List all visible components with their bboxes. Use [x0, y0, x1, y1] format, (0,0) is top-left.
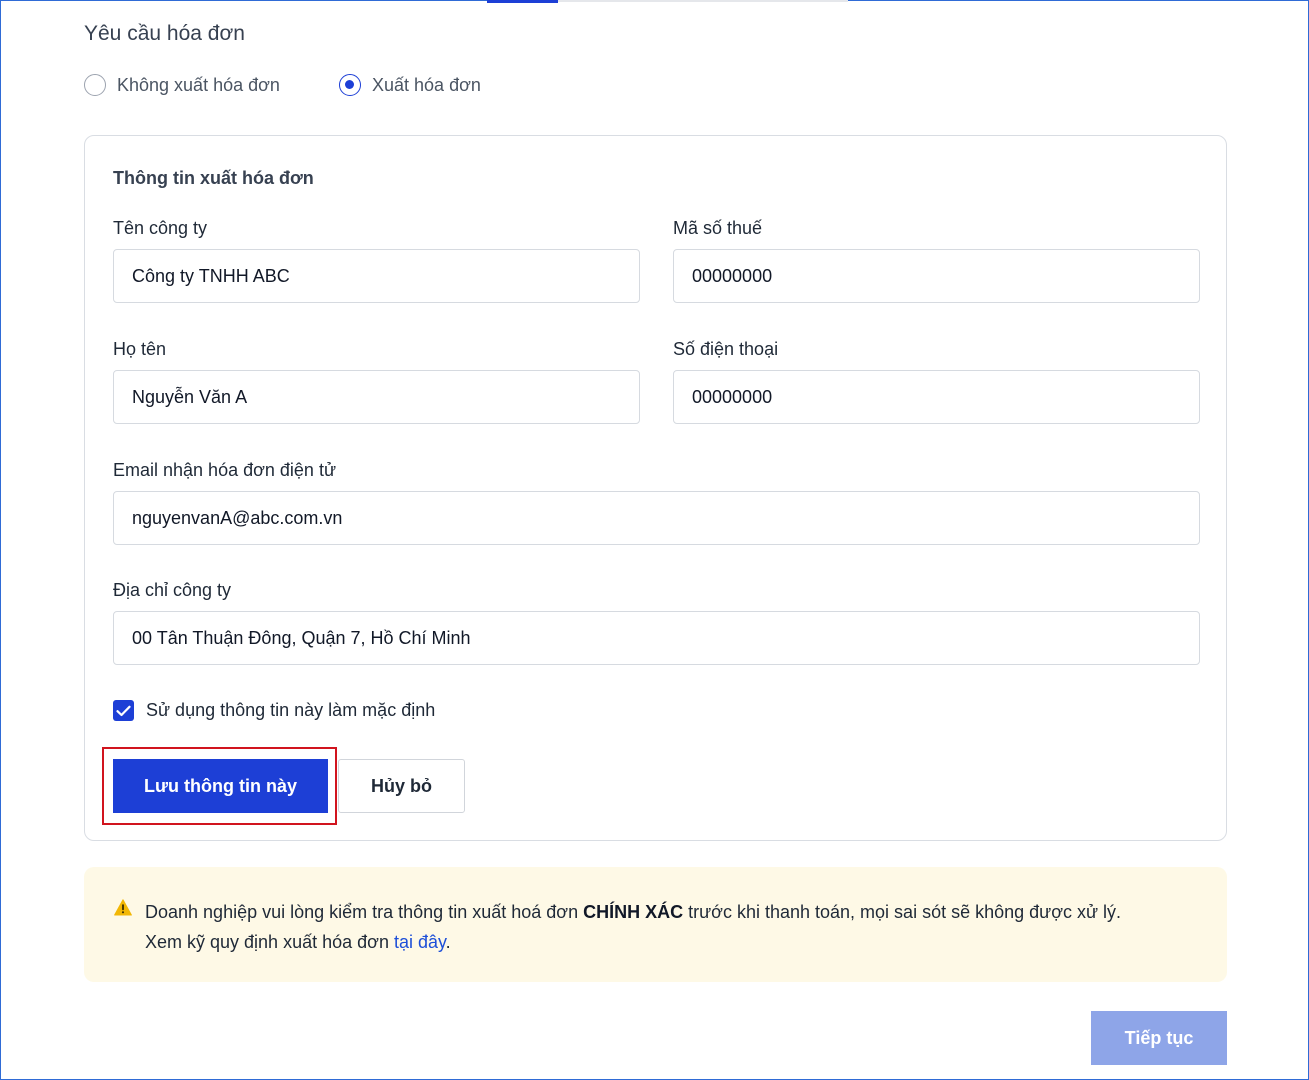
default-info-checkbox-row[interactable]: Sử dụng thông tin này làm mặc định [113, 700, 435, 721]
continue-button[interactable]: Tiếp tục [1091, 1011, 1227, 1065]
email-label: Email nhận hóa đơn điện tử [113, 460, 336, 480]
radio-no-invoice[interactable]: Không xuất hóa đơn [84, 74, 339, 96]
default-info-checkbox-label: Sử dụng thông tin này làm mặc định [146, 700, 436, 720]
invoice-request-title: Yêu cầu hóa đơn [84, 22, 245, 45]
default-info-checkbox[interactable] [113, 700, 134, 721]
notice-line2-end: . [445, 932, 451, 952]
cancel-button[interactable]: Hủy bỏ [338, 759, 465, 813]
notice-line2-text: Xem kỹ quy định xuất hóa đơn [145, 932, 394, 952]
save-info-button[interactable]: Lưu thông tin này [113, 759, 328, 813]
tab-divider [558, 0, 848, 2]
invoice-option-group: Không xuất hóa đơn Xuất hóa đơn [84, 74, 481, 96]
address-field[interactable]: 00 Tân Thuận Đông, Quận 7, Hồ Chí Minh [113, 611, 1200, 665]
full-name-field[interactable]: Nguyễn Văn A [113, 370, 640, 424]
radio-button-selected[interactable] [339, 74, 361, 96]
active-tab-indicator [487, 0, 558, 3]
notice-text-end: trước khi thanh toán, mọi sai sót sẽ khô… [683, 902, 1122, 922]
notice-emphasis: CHÍNH XÁC [583, 902, 684, 922]
radio-button-unselected[interactable] [84, 74, 106, 96]
tax-code-label: Mã số thuế [673, 218, 763, 238]
address-label: Địa chỉ công ty [113, 580, 232, 600]
invoice-info-card: Thông tin xuất hóa đơn Tên công ty Công … [84, 135, 1227, 841]
radio-issue-invoice-label: Xuất hóa đơn [372, 74, 481, 95]
radio-no-invoice-label: Không xuất hóa đơn [117, 74, 280, 95]
notice-text-start: Doanh nghiệp vui lòng kiểm tra thông tin… [145, 902, 584, 922]
phone-field[interactable]: 00000000 [673, 370, 1200, 424]
invoice-notice: Doanh nghiệp vui lòng kiểm tra thông tin… [84, 867, 1227, 982]
company-name-label: Tên công ty [113, 218, 208, 238]
tax-code-field[interactable]: 00000000 [673, 249, 1200, 303]
invoice-rules-link[interactable]: tại đây [394, 932, 446, 952]
invoice-info-title: Thông tin xuất hóa đơn [113, 168, 314, 188]
email-field[interactable]: nguyenvanA@abc.com.vn [113, 491, 1200, 545]
notice-text: Doanh nghiệp vui lòng kiểm tra thông tin… [145, 897, 1205, 957]
checkmark-icon [116, 705, 131, 716]
phone-label: Số điện thoại [673, 339, 779, 359]
radio-issue-invoice[interactable]: Xuất hóa đơn [339, 74, 481, 96]
warning-icon [114, 899, 132, 916]
company-name-field[interactable]: Công ty TNHH ABC [113, 249, 640, 303]
full-name-label: Họ tên [113, 339, 167, 359]
